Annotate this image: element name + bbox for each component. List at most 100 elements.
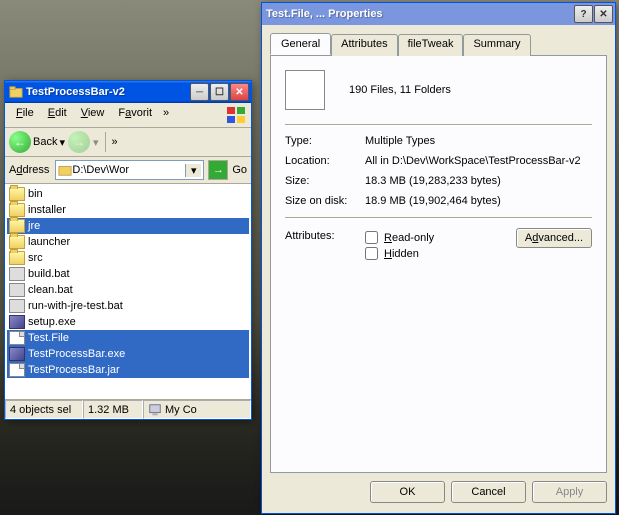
back-label: Back (33, 136, 57, 148)
size-value: 18.3 MB (19,283,233 bytes) (365, 175, 592, 187)
help-button[interactable]: ? (574, 5, 593, 23)
tab-filetweak[interactable]: fileTweak (398, 34, 464, 56)
apply-button[interactable]: Apply (532, 481, 607, 503)
file-item[interactable]: run-with-jre-test.bat (7, 298, 249, 314)
properties-dialog: Test.File, ... Properties ? ✕ General At… (261, 2, 616, 514)
forward-button[interactable]: → (68, 131, 90, 153)
tab-panel-general: 190 Files, 11 Folders Type:Multiple Type… (270, 55, 607, 473)
location-label: Location: (285, 155, 365, 167)
hidden-checkbox[interactable] (365, 247, 378, 260)
file-icon (9, 363, 25, 377)
go-button[interactable]: → (208, 160, 228, 180)
windows-logo-icon (225, 105, 247, 125)
sizeondisk-label: Size on disk: (285, 195, 365, 207)
file-item[interactable]: build.bat (7, 266, 249, 282)
menubar: File Edit View Favorit » (5, 103, 251, 128)
menu-view[interactable]: View (74, 105, 112, 125)
menu-file[interactable]: File (9, 105, 41, 125)
menu-edit[interactable]: Edit (41, 105, 74, 125)
tab-general[interactable]: General (270, 33, 331, 55)
toolbar-overflow[interactable]: » (112, 136, 118, 148)
tab-strip: General Attributes fileTweak Summary (270, 33, 607, 55)
status-size: 1.32 MB (83, 400, 143, 419)
folder-icon (58, 163, 72, 177)
file-name: TestProcessBar.jar (28, 364, 120, 376)
file-item[interactable]: launcher (7, 234, 249, 250)
go-label: Go (232, 164, 247, 176)
explorer-window: TestProcessBar-v2 ─ ☐ ✕ File Edit View F… (4, 80, 252, 420)
back-button[interactable]: ← Back ▾ (9, 131, 65, 153)
file-name: launcher (28, 236, 70, 248)
file-name: installer (28, 204, 66, 216)
file-name: run-with-jre-test.bat (28, 300, 123, 312)
file-name: setup.exe (28, 316, 76, 328)
folder-icon (9, 85, 23, 99)
address-label: Address (9, 164, 51, 176)
close-button[interactable]: ✕ (594, 5, 613, 23)
file-list[interactable]: bin installer jre launcher src build.bat clean… (5, 184, 251, 399)
menu-overflow[interactable]: » (159, 105, 173, 125)
ok-button[interactable]: OK (370, 481, 445, 503)
advanced-button[interactable]: Advanced... (516, 228, 592, 248)
cancel-button[interactable]: Cancel (451, 481, 526, 503)
file-item[interactable]: src (7, 250, 249, 266)
file-item[interactable]: bin (7, 186, 249, 202)
file-name: build.bat (28, 268, 70, 280)
address-combo[interactable]: D:\Dev\Wor ▾ (55, 160, 204, 180)
file-name: jre (28, 220, 40, 232)
computer-icon (148, 403, 162, 417)
minimize-button[interactable]: ─ (190, 83, 209, 101)
sizeondisk-value: 18.9 MB (19,902,464 bytes) (365, 195, 592, 207)
status-selection: 4 objects sel (5, 400, 83, 419)
file-icon (9, 331, 25, 345)
file-name: TestProcessBar.exe (28, 348, 125, 360)
bat-icon (9, 299, 25, 313)
file-summary: 190 Files, 11 Folders (349, 84, 451, 96)
file-name: clean.bat (28, 284, 73, 296)
readonly-label: Read-only (384, 232, 434, 244)
exe-icon (9, 347, 25, 361)
address-text: D:\Dev\Wor (72, 164, 185, 176)
file-item[interactable]: setup.exe (7, 314, 249, 330)
folder-icon (9, 235, 25, 249)
properties-titlebar[interactable]: Test.File, ... Properties ? ✕ (262, 3, 615, 25)
forward-dropdown-icon: ▾ (93, 136, 99, 149)
file-name: bin (28, 188, 43, 200)
close-button[interactable]: ✕ (230, 83, 249, 101)
properties-title: Test.File, ... Properties (266, 8, 574, 20)
status-location: My Co (143, 400, 251, 419)
toolbar: ← Back ▾ → ▾ » (5, 128, 251, 157)
file-item[interactable]: clean.bat (7, 282, 249, 298)
bat-icon (9, 283, 25, 297)
attributes-label: Attributes: (285, 228, 365, 242)
maximize-button[interactable]: ☐ (210, 83, 229, 101)
type-value: Multiple Types (365, 135, 592, 147)
multi-file-icon (285, 70, 325, 110)
hidden-label: Hidden (384, 248, 419, 260)
location-value: All in D:\Dev\WorkSpace\TestProcessBar-v… (365, 155, 592, 167)
file-item[interactable]: TestProcessBar.jar (7, 362, 249, 378)
file-item[interactable]: installer (7, 202, 249, 218)
tab-summary[interactable]: Summary (463, 34, 530, 56)
back-dropdown-icon[interactable]: ▾ (59, 136, 65, 149)
tab-attributes[interactable]: Attributes (331, 34, 397, 56)
status-bar: 4 objects sel 1.32 MB My Co (5, 399, 251, 419)
explorer-titlebar[interactable]: TestProcessBar-v2 ─ ☐ ✕ (5, 81, 251, 103)
file-name: Test.File (28, 332, 69, 344)
readonly-checkbox[interactable] (365, 231, 378, 244)
address-dropdown-icon[interactable]: ▾ (185, 164, 201, 177)
file-item[interactable]: TestProcessBar.exe (7, 346, 249, 362)
file-name: src (28, 252, 43, 264)
menu-favorites[interactable]: Favorit (111, 105, 159, 125)
folder-icon (9, 203, 25, 217)
size-label: Size: (285, 175, 365, 187)
file-item[interactable]: Test.File (7, 330, 249, 346)
bat-icon (9, 267, 25, 281)
folder-icon (9, 187, 25, 201)
file-item[interactable]: jre (7, 218, 249, 234)
exe-icon (9, 315, 25, 329)
address-bar: Address D:\Dev\Wor ▾ → Go (5, 157, 251, 184)
folder-icon (9, 219, 25, 233)
type-label: Type: (285, 135, 365, 147)
folder-icon (9, 251, 25, 265)
